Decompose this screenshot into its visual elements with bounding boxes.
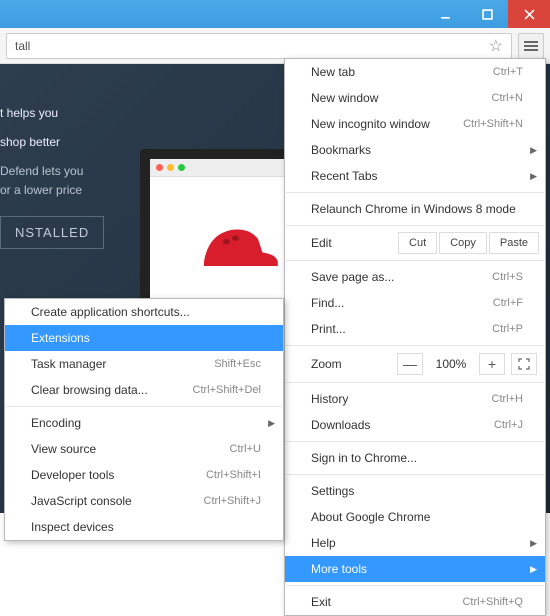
menu-separator [286, 382, 544, 383]
menu-new-tab[interactable]: New tabCtrl+T [285, 59, 545, 85]
menu-signin[interactable]: Sign in to Chrome... [285, 445, 545, 471]
submenu-task-manager[interactable]: Task managerShift+Esc [5, 351, 283, 377]
menu-settings[interactable]: Settings [285, 478, 545, 504]
hamburger-menu-button[interactable] [518, 33, 544, 59]
cut-button[interactable]: Cut [398, 232, 437, 254]
address-bar[interactable]: tall ☆ [6, 33, 512, 59]
menu-help[interactable]: Help▶ [285, 530, 545, 556]
menu-find[interactable]: Find...Ctrl+F [285, 290, 545, 316]
submenu-js-console[interactable]: JavaScript consoleCtrl+Shift+J [5, 488, 283, 514]
copy-button[interactable]: Copy [439, 232, 487, 254]
menu-relaunch[interactable]: Relaunch Chrome in Windows 8 mode [285, 196, 545, 222]
chevron-right-icon: ▶ [530, 538, 537, 549]
paste-button[interactable]: Paste [489, 232, 539, 254]
menu-separator [286, 345, 544, 346]
window-titlebar [0, 0, 550, 28]
fullscreen-button[interactable] [511, 353, 537, 375]
submenu-inspect-devices[interactable]: Inspect devices [5, 514, 283, 540]
menu-save-page[interactable]: Save page as...Ctrl+S [285, 264, 545, 290]
submenu-shortcuts[interactable]: Create application shortcuts... [5, 299, 283, 325]
chevron-right-icon: ▶ [530, 171, 537, 182]
chevron-right-icon: ▶ [268, 418, 275, 429]
menu-edit-row: Edit Cut Copy Paste [285, 229, 545, 257]
menu-about[interactable]: About Google Chrome [285, 504, 545, 530]
menu-zoom-row: Zoom — 100% + [285, 349, 545, 379]
submenu-clear-data[interactable]: Clear browsing data...Ctrl+Shift+Del [5, 377, 283, 403]
hamburger-icon [524, 45, 538, 47]
installed-badge: NSTALLED [0, 216, 104, 249]
main-menu: New tabCtrl+T New windowCtrl+N New incog… [284, 58, 546, 616]
minimize-button[interactable] [424, 0, 466, 28]
bookmark-star-icon[interactable]: ☆ [489, 36, 503, 56]
menu-new-window[interactable]: New windowCtrl+N [285, 85, 545, 111]
chevron-right-icon: ▶ [530, 564, 537, 575]
menu-separator [286, 474, 544, 475]
submenu-extensions[interactable]: Extensions [5, 325, 283, 351]
menu-separator [286, 260, 544, 261]
more-tools-submenu: Create application shortcuts... Extensio… [4, 298, 284, 541]
menu-recent-tabs[interactable]: Recent Tabs▶ [285, 163, 545, 189]
address-text: tall [15, 39, 489, 53]
zoom-in-button[interactable]: + [479, 353, 505, 375]
menu-separator [286, 585, 544, 586]
submenu-encoding[interactable]: Encoding▶ [5, 410, 283, 436]
menu-bookmarks[interactable]: Bookmarks▶ [285, 137, 545, 163]
zoom-out-button[interactable]: — [397, 353, 423, 375]
submenu-view-source[interactable]: View sourceCtrl+U [5, 436, 283, 462]
menu-separator [286, 225, 544, 226]
menu-separator [286, 441, 544, 442]
menu-print[interactable]: Print...Ctrl+P [285, 316, 545, 342]
menu-separator [286, 192, 544, 193]
menu-history[interactable]: HistoryCtrl+H [285, 386, 545, 412]
menu-incognito[interactable]: New incognito windowCtrl+Shift+N [285, 111, 545, 137]
menu-separator [6, 406, 282, 407]
maximize-button[interactable] [466, 0, 508, 28]
zoom-percent: 100% [429, 357, 473, 371]
close-button[interactable] [508, 0, 550, 28]
menu-more-tools[interactable]: More tools▶ [285, 556, 545, 582]
submenu-devtools[interactable]: Developer toolsCtrl+Shift+I [5, 462, 283, 488]
menu-downloads[interactable]: DownloadsCtrl+J [285, 412, 545, 438]
menu-exit[interactable]: ExitCtrl+Shift+Q [285, 589, 545, 615]
chevron-right-icon: ▶ [530, 145, 537, 156]
